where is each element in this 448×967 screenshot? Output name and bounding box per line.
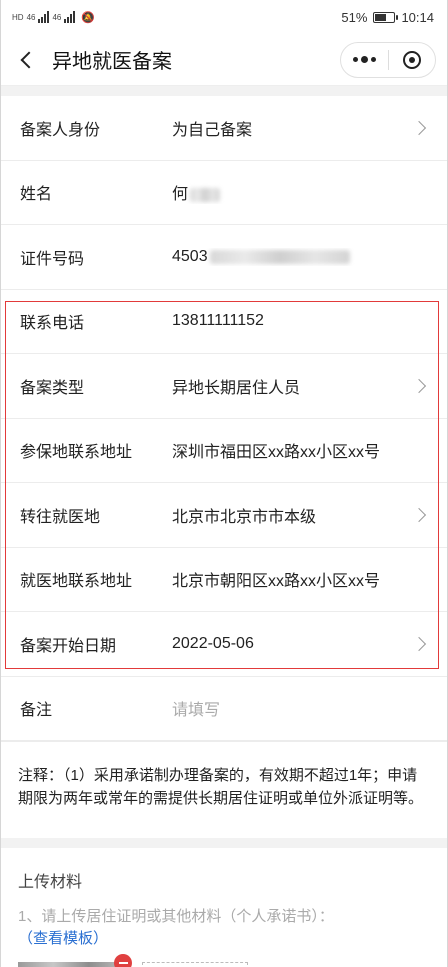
- nav-bar: 异地就医备案: [0, 34, 448, 86]
- delete-image-button[interactable]: [114, 954, 132, 967]
- battery-percent: 51%: [341, 9, 368, 25]
- hd-label: HD: [12, 12, 24, 22]
- row-contact-phone[interactable]: 联系电话 13811111152: [0, 290, 448, 354]
- row-label: 备注: [20, 702, 53, 720]
- chevron-right-icon: [411, 507, 427, 522]
- upload-description: 1、请上传居住证明或其他材料（个人承诺书）：: [18, 908, 334, 925]
- row-value: 13811111152: [172, 312, 264, 330]
- clock: 10:14: [401, 9, 434, 25]
- row-value: 4503: [172, 248, 428, 266]
- status-bar: HD 46 46 🔕 51% 10:14: [0, 0, 448, 34]
- row-id-number[interactable]: 证件号码 4503: [0, 225, 448, 290]
- row-value: 北京市北京市市本级: [172, 508, 317, 526]
- battery-icon: [373, 11, 399, 23]
- row-insured-address[interactable]: 参保地联系地址 深圳市福田区xx路xx小区xx号: [0, 419, 448, 483]
- add-image-button[interactable]: [142, 962, 248, 967]
- miniprogram-capsule: [340, 41, 436, 78]
- chevron-right-icon: [411, 636, 427, 651]
- screen-edge: [0, 0, 1, 967]
- more-button[interactable]: [341, 43, 388, 77]
- row-filing-type[interactable]: 备案类型 异地长期居住人员: [0, 354, 448, 419]
- chevron-right-icon: [411, 378, 427, 393]
- signal-icon-2: [64, 11, 76, 23]
- row-value: 北京市朝阳区xx路xx小区xx号: [172, 573, 381, 591]
- row-label: 联系电话: [20, 315, 85, 333]
- dot-icon: [360, 56, 368, 63]
- row-medical-address[interactable]: 就医地联系地址 北京市朝阳区xx路xx小区xx号: [0, 548, 448, 612]
- row-label: 证件号码: [20, 250, 85, 268]
- row-label: 转往就医地: [20, 508, 101, 526]
- row-label: 参保地联系地址: [20, 444, 133, 462]
- row-transfer-destination[interactable]: 转往就医地 北京市北京市市本级: [0, 483, 448, 548]
- row-value: 深圳市福田区xx路xx小区xx号: [172, 444, 381, 462]
- name-visible-text: 何: [172, 186, 189, 204]
- filing-form: 备案人身份 为自己备案 姓名 何 证件号码 4503 联系电话 13811111…: [0, 96, 448, 741]
- view-template-link[interactable]: （查看模板）: [18, 928, 430, 950]
- page-title: 异地就医备案: [52, 51, 172, 73]
- redacted-blur: [190, 188, 221, 203]
- row-value: 为自己备案: [172, 121, 253, 139]
- network-label-2: 46: [52, 12, 62, 22]
- row-value: 2022-05-06: [172, 634, 254, 652]
- mute-icon: 🔕: [81, 11, 96, 24]
- row-label: 备案类型: [20, 379, 85, 397]
- row-label: 备案开始日期: [20, 637, 117, 655]
- upload-heading: 上传材料: [18, 874, 83, 891]
- chevron-right-icon: [411, 120, 427, 135]
- remarks-input[interactable]: 请填写: [172, 696, 428, 720]
- minus-icon: [118, 962, 128, 964]
- dot-icon: [352, 57, 358, 62]
- row-remarks[interactable]: 备注 请填写: [0, 677, 448, 741]
- row-label: 姓名: [20, 186, 53, 204]
- network-label-1: 46: [26, 12, 36, 22]
- note-text: 注释：（1）采用承诺制办理备案的，有效期不超过1年；申请期限为两年或常年的需提供…: [0, 741, 448, 838]
- back-button[interactable]: [14, 48, 38, 72]
- row-filer-identity[interactable]: 备案人身份 为自己备案: [0, 96, 448, 161]
- row-value: 异地长期居住人员: [172, 379, 301, 397]
- redacted-blur: [209, 249, 350, 264]
- network-indicators: HD 46 46 🔕: [12, 11, 95, 24]
- uploaded-image-thumbnail[interactable]: [18, 954, 132, 967]
- target-icon: [402, 50, 421, 69]
- row-start-date[interactable]: 备案开始日期 2022-05-06: [0, 612, 448, 677]
- row-label: 备案人身份: [20, 121, 101, 139]
- row-value: 何: [172, 180, 428, 204]
- row-name[interactable]: 姓名 何: [0, 161, 448, 225]
- row-label: 就医地联系地址: [20, 573, 133, 591]
- chevron-left-icon: [20, 51, 38, 68]
- close-miniprogram-button[interactable]: [389, 43, 436, 77]
- signal-icon: [38, 11, 50, 23]
- id-visible-text: 4503: [172, 247, 208, 265]
- upload-section: 上传材料 1、请上传居住证明或其他材料（个人承诺书）： （查看模板）: [0, 848, 448, 967]
- dot-icon: [370, 57, 376, 62]
